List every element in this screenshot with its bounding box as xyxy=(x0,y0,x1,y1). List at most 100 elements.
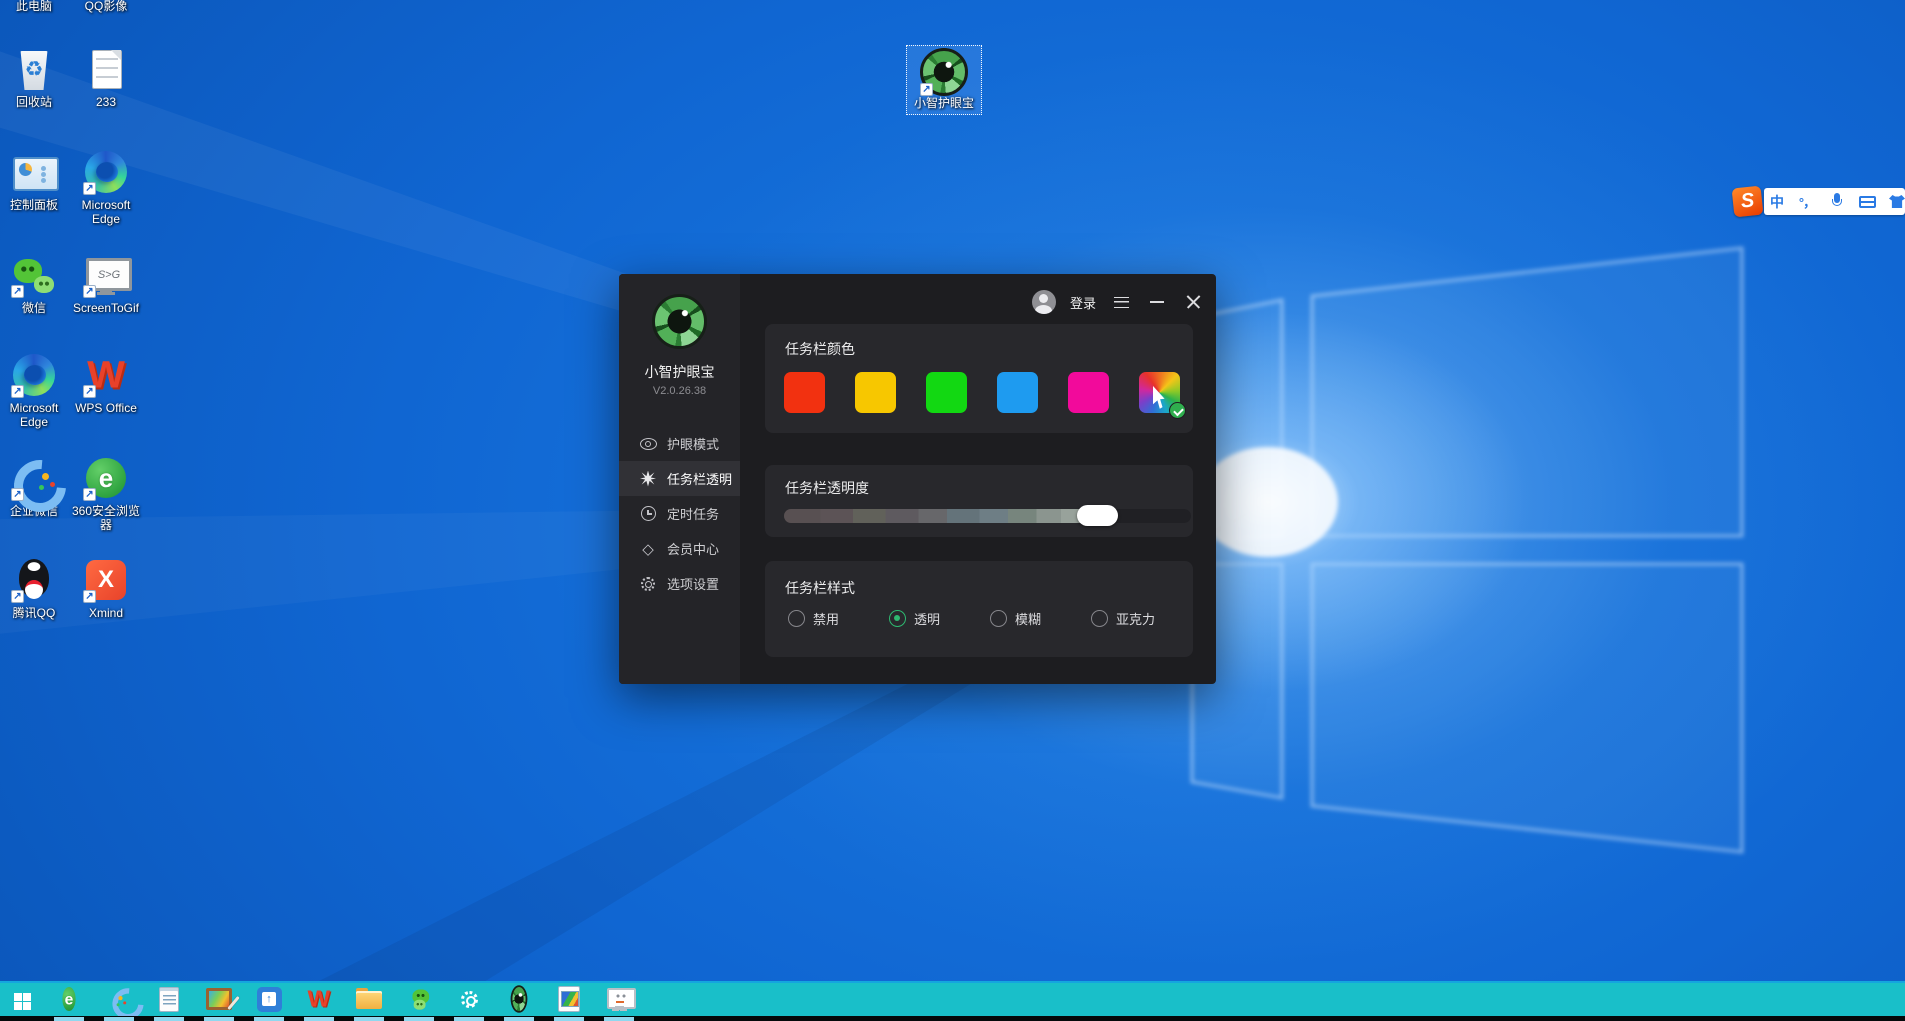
sidebar-item-gem[interactable]: ◇ 会员中心 xyxy=(619,531,740,566)
minimize-icon xyxy=(1150,301,1164,303)
login-button[interactable]: 登录 xyxy=(1070,293,1096,312)
desktop-icon-qq-image-label[interactable]: QQ影像 xyxy=(68,0,144,14)
folder-icon xyxy=(356,991,382,1011)
shortcut-arrow-icon: ↗ xyxy=(11,590,24,603)
desktop-icon-this-pc-label[interactable]: 此电脑 xyxy=(0,0,72,14)
sidebar-menu: 护眼模式 任务栏透明 定时任务 ◇ 会员中心 选项设置 xyxy=(619,426,740,601)
gear-icon xyxy=(639,575,657,593)
shortcut-arrow-icon: ↗ xyxy=(83,385,96,398)
ime-chinese-mode[interactable]: 中 xyxy=(1768,190,1786,213)
app-version: V2.0.26.38 xyxy=(619,385,740,397)
running-indicator xyxy=(504,1017,534,1021)
desktop-icon-label: Xmind xyxy=(68,606,144,620)
opacity-slider-track[interactable] xyxy=(784,509,1191,523)
color-swatch-red[interactable] xyxy=(784,372,825,413)
shortcut-arrow-icon: ↗ xyxy=(11,385,24,398)
photos-icon xyxy=(558,986,580,1012)
stgblue-icon xyxy=(257,987,282,1012)
eye-icon xyxy=(639,435,657,453)
taskbar-icon-wecom[interactable] xyxy=(94,981,144,1021)
running-indicator xyxy=(454,1017,484,1021)
desktop-icon-label: 360安全浏览器 xyxy=(68,504,144,532)
app-title: 小智护眼宝 xyxy=(619,362,740,382)
skin-icon[interactable] xyxy=(1888,190,1905,213)
sidebar-item-sparkle[interactable]: 任务栏透明 xyxy=(619,461,740,496)
color-swatch-green[interactable] xyxy=(926,372,967,413)
sogou-input-bar: S 中 °， xyxy=(1733,187,1905,216)
desktop-icon-wechat[interactable]: ↗ 微信 xyxy=(0,252,72,315)
taskbar-color-panel: 任务栏颜色 xyxy=(765,324,1193,433)
desktop-icon-wps[interactable]: ↗ WPS Office xyxy=(68,352,144,415)
desktop-icon-edge[interactable]: ↗ Microsoft Edge xyxy=(0,352,72,429)
style-radio-0[interactable]: 禁用 xyxy=(788,609,889,628)
sidebar-item-eye[interactable]: 护眼模式 xyxy=(619,426,740,461)
taskbar-icon-wps-office[interactable] xyxy=(294,981,344,1021)
taskbar-icon-notepad[interactable] xyxy=(144,981,194,1021)
desktop-icon-doc[interactable]: 233 xyxy=(68,46,144,109)
style-radio-3[interactable]: 亚克力 xyxy=(1091,609,1192,628)
desktop-icon-cpanel[interactable]: 控制面板 xyxy=(0,149,72,212)
taskbar-icon-paint-viewer[interactable] xyxy=(194,981,244,1021)
recycle-icon xyxy=(11,46,57,92)
desktop-icon-edge[interactable]: ↗ Microsoft Edge xyxy=(68,149,144,226)
menu-item-label: 任务栏透明 xyxy=(667,469,732,488)
style-radio-group: 禁用 透明 模糊 亚克力 xyxy=(788,609,1192,628)
sidebar-item-clock[interactable]: 定时任务 xyxy=(619,496,740,531)
color-swatch-row xyxy=(784,372,1180,413)
shortcut-arrow-icon: ↗ xyxy=(920,83,933,96)
color-swatch-blue[interactable] xyxy=(997,372,1038,413)
color-swatch-magenta[interactable] xyxy=(1068,372,1109,413)
app-logo-icon xyxy=(652,294,707,349)
menu-item-label: 定时任务 xyxy=(667,504,719,523)
ime-punctuation[interactable]: °， xyxy=(1798,190,1816,213)
taskbar-icon-remote-pc[interactable] xyxy=(594,981,644,1021)
desktop-icon-e360[interactable]: ↗ 360安全浏览器 xyxy=(68,455,144,532)
taskbar: 中 S 10:37 2023/3/31 2 xyxy=(0,981,1905,1021)
shortcut-arrow-icon: ↗ xyxy=(83,285,96,298)
shortcut-arrow-icon: ↗ xyxy=(11,285,24,298)
opacity-slider-handle[interactable] xyxy=(1077,505,1118,526)
taskbar-style-panel: 任务栏样式 禁用 透明 模糊 亚克力 xyxy=(765,561,1193,657)
clock-icon xyxy=(639,505,657,523)
start-button[interactable] xyxy=(0,981,44,1021)
taskbar-icon-screentogif[interactable] xyxy=(244,981,294,1021)
taskbar-icon-file-explorer[interactable] xyxy=(344,981,394,1021)
close-button[interactable] xyxy=(1182,291,1204,313)
color-swatch-rainbow[interactable] xyxy=(1139,372,1180,413)
desktop-icon-stg[interactable]: ↗ ScreenToGif xyxy=(68,252,144,315)
aperture-icon xyxy=(511,985,528,1013)
user-avatar-icon[interactable] xyxy=(1032,290,1056,314)
minimize-button[interactable] xyxy=(1146,291,1168,313)
desktop-icon-recycle[interactable]: 回收站 xyxy=(0,46,72,109)
taskbar-icon-eyecare-app[interactable] xyxy=(494,981,544,1021)
sparkle-icon xyxy=(639,470,657,488)
taskbar-opacity-panel: 任务栏透明度 xyxy=(765,465,1193,537)
style-radio-2[interactable]: 模糊 xyxy=(990,609,1091,628)
taskbar-icon-wechat[interactable] xyxy=(394,981,444,1021)
desktop-icon-eyecare-selected[interactable]: ↗ 小智护眼宝 xyxy=(906,45,982,115)
soft-keyboard-icon[interactable] xyxy=(1858,190,1876,213)
main-menu-button[interactable] xyxy=(1110,291,1132,313)
sidebar: 小智护眼宝 V2.0.26.38 护眼模式 任务栏透明 定时任务 ◇ 会员中心 … xyxy=(619,274,740,684)
shortcut-arrow-icon: ↗ xyxy=(83,488,96,501)
taskbar-icon-photo-viewer[interactable] xyxy=(544,981,594,1021)
desktop-icon-qq[interactable]: ↗ 腾讯QQ xyxy=(0,557,72,620)
microphone-icon[interactable] xyxy=(1828,190,1846,213)
menu-item-label: 会员中心 xyxy=(667,539,719,558)
panel-title: 任务栏样式 xyxy=(785,578,855,598)
panel-title: 任务栏透明度 xyxy=(785,478,869,498)
eyecare-app-window: 小智护眼宝 V2.0.26.38 护眼模式 任务栏透明 定时任务 ◇ 会员中心 … xyxy=(619,274,1216,684)
taskbar-icon-settings[interactable] xyxy=(444,981,494,1021)
sidebar-item-gear[interactable]: 选项设置 xyxy=(619,566,740,601)
desktop-icon-wecom[interactable]: ↗ 企业微信 xyxy=(0,455,72,518)
running-indicator xyxy=(604,1017,634,1021)
taskbar-icon-360-browser[interactable] xyxy=(44,981,94,1021)
titlebar-controls: 登录 xyxy=(1032,290,1204,314)
windows-logo-icon xyxy=(14,993,31,1010)
paint-icon xyxy=(206,988,232,1010)
sogou-logo-icon[interactable]: S xyxy=(1732,186,1764,218)
style-radio-1[interactable]: 透明 xyxy=(889,609,990,628)
desktop-icon-xmind[interactable]: ↗ Xmind xyxy=(68,557,144,620)
color-swatch-yellow[interactable] xyxy=(855,372,896,413)
close-icon xyxy=(1186,295,1201,310)
